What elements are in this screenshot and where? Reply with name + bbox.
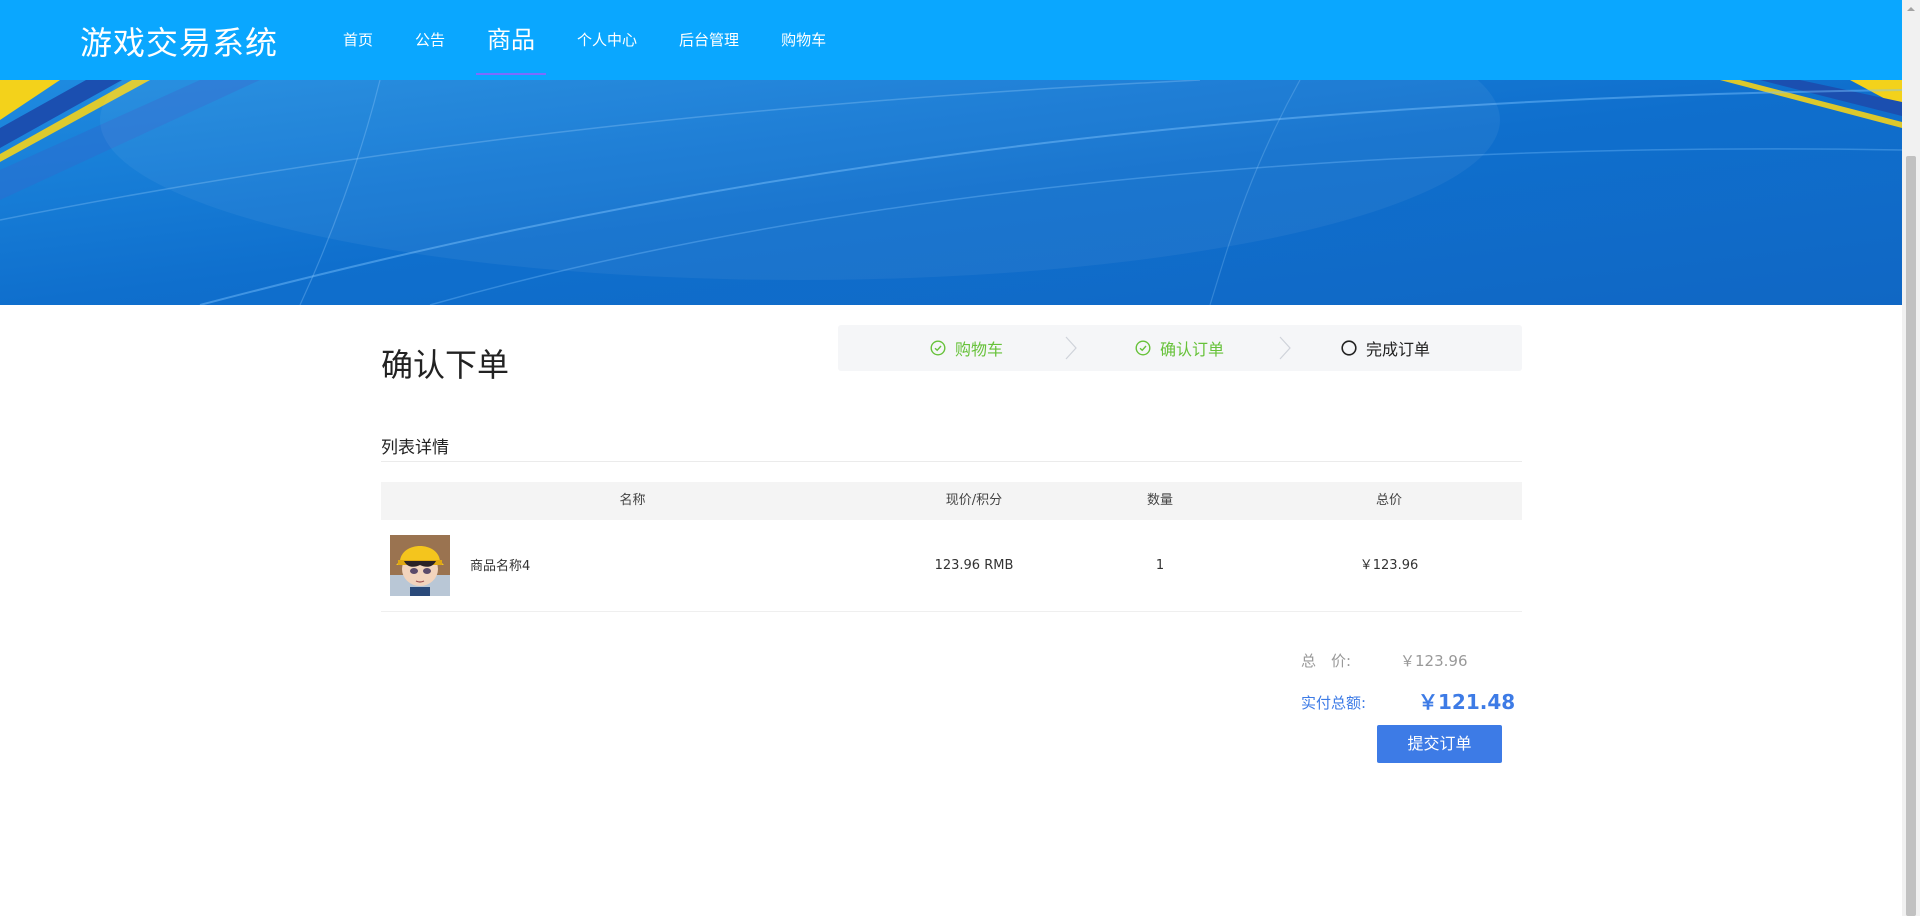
table-row: 商品名称4 123.96 RMB 1 ￥123.96 xyxy=(381,520,1522,612)
circle-icon xyxy=(1341,340,1357,356)
nav-item-products[interactable]: 商品 xyxy=(476,0,547,80)
nav-item-admin[interactable]: 后台管理 xyxy=(658,0,760,80)
nav-item-notice[interactable]: 公告 xyxy=(394,0,466,80)
step-label: 购物车 xyxy=(955,340,1004,359)
chevron-right-icon xyxy=(1065,336,1077,360)
column-header-price: 现价/积分 xyxy=(945,493,1003,508)
nav-item-home[interactable]: 首页 xyxy=(322,0,394,80)
step-complete-order: 完成订单 xyxy=(1341,325,1430,371)
banner-image xyxy=(0,80,1902,305)
scroll-up-arrow-icon[interactable] xyxy=(1902,0,1920,18)
top-navbar: 游戏交易系统 首页 公告 商品 个人中心 后台管理 购物车 xyxy=(0,0,1902,80)
chevron-right-icon xyxy=(1279,336,1291,360)
paid-value: ￥121.48 xyxy=(1418,690,1516,714)
step-confirm-order: 确认订单 xyxy=(1135,325,1224,371)
site-logo[interactable]: 游戏交易系统 xyxy=(80,18,278,64)
nav-item-cart[interactable]: 购物车 xyxy=(760,0,847,80)
step-label: 完成订单 xyxy=(1366,340,1431,359)
order-steps: 购物车 确认订单 完成订单 xyxy=(838,325,1522,371)
check-circle-icon xyxy=(1135,340,1151,356)
column-header-name: 名称 xyxy=(619,493,646,508)
step-label: 确认订单 xyxy=(1160,340,1225,359)
product-total: ￥123.96 xyxy=(1359,558,1419,573)
scrollbar-thumb[interactable] xyxy=(1906,156,1916,916)
total-label: 总 价: xyxy=(1301,652,1352,670)
page-title: 确认下单 xyxy=(381,346,510,384)
column-header-total: 总价 xyxy=(1375,493,1402,508)
step-cart: 购物车 xyxy=(930,325,1003,371)
section-title: 列表详情 xyxy=(381,438,449,458)
page-scrollbar[interactable] xyxy=(1902,0,1920,916)
total-value: ￥123.96 xyxy=(1400,652,1468,670)
column-header-qty: 数量 xyxy=(1146,493,1173,508)
product-price: 123.96 RMB xyxy=(934,558,1014,573)
nav-item-profile[interactable]: 个人中心 xyxy=(556,0,658,80)
banner-graphic xyxy=(0,80,1902,305)
product-qty: 1 xyxy=(1155,558,1165,573)
submit-order-button[interactable]: 提交订单 xyxy=(1377,725,1502,763)
paid-label: 实付总额: xyxy=(1301,694,1367,712)
divider xyxy=(381,461,1522,462)
product-thumbnail[interactable] xyxy=(390,535,450,596)
check-circle-icon xyxy=(930,340,946,356)
product-name[interactable]: 商品名称4 xyxy=(470,558,530,576)
table-header: 名称 现价/积分 数量 总价 xyxy=(381,482,1522,520)
product-image xyxy=(390,535,450,596)
main-nav: 首页 公告 商品 个人中心 后台管理 购物车 xyxy=(322,0,847,80)
